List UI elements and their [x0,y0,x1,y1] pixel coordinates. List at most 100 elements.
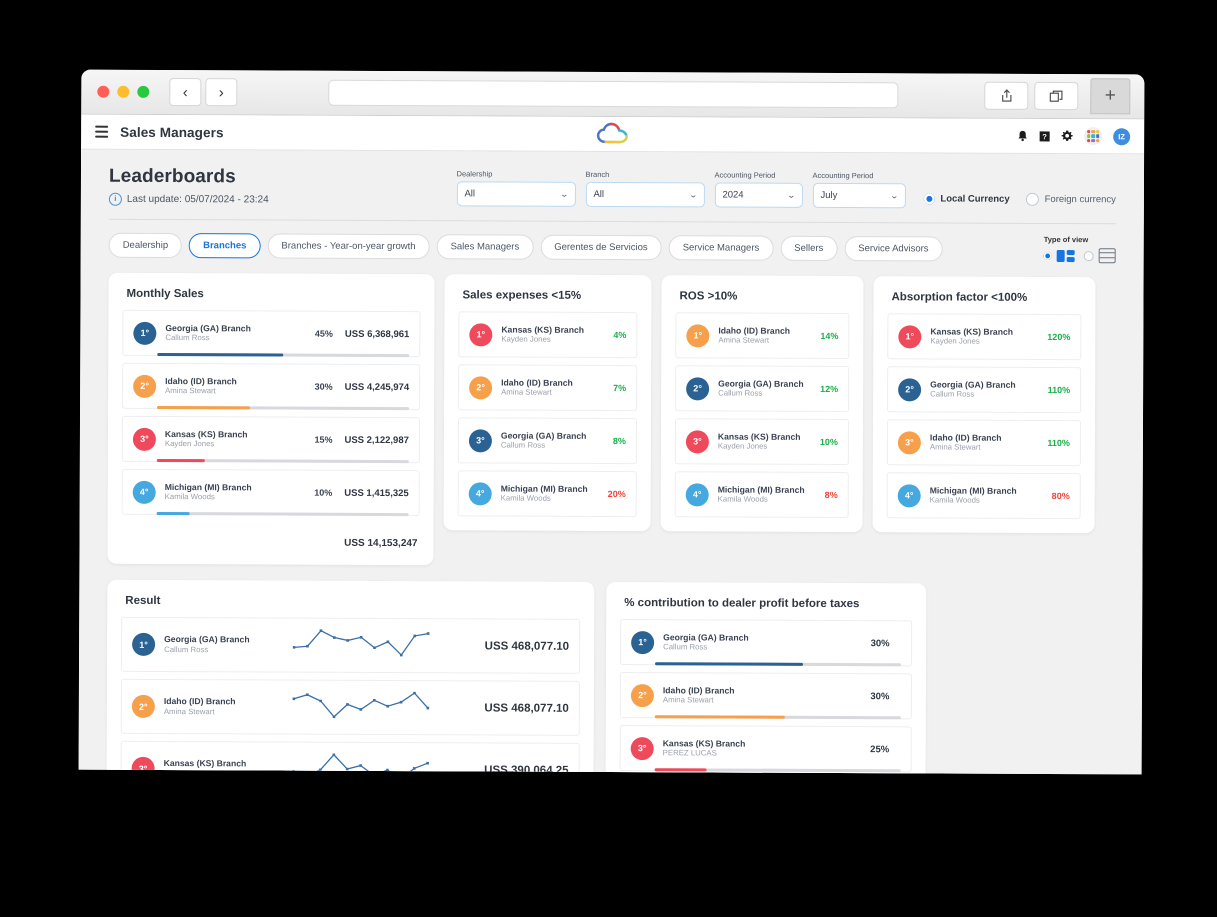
maximize-window-button[interactable] [137,85,150,98]
rank-badge: 3° [685,429,709,453]
leaderboard-row[interactable]: 3° Kansas (KS) Branch PEREZ LUCAS USS 390,0… [120,740,580,775]
cards-view-icon[interactable] [1056,249,1075,262]
leaderboard-row[interactable]: 1° Georgia (GA) Branch Callum Ross 30% [620,619,913,667]
filter-label: Dealership [456,169,493,179]
leaderboard-row[interactable]: 3° Georgia (GA) Branch Callum Ross 8% [457,417,638,465]
leaderboard-row[interactable]: 4° Michigan (MI) Branch Kamila Woods 20% [457,470,637,518]
leaderboard-row[interactable]: 1° Idaho (ID) Branch Amina Stewart 14% [675,312,850,360]
tab-branches-year-on-year-growth[interactable]: Branches - Year-on-year growth [267,232,430,259]
sparkline-chart [291,628,431,664]
leaderboard-row[interactable]: 3° Kansas (KS) Branch Kayden Jones 10% [674,418,850,466]
person-name: Amina Stewart [662,695,714,705]
rank-badge: 4° [685,482,709,506]
leaderboard-row[interactable]: 4° Michigan (MI) Branch Kamila Woods 10% USS… [121,468,420,517]
row-names: Kansas (KS) Branch PEREZ LUCAS [164,758,291,774]
view-type-switcher: Type of view [1043,234,1116,264]
chevron-down-icon[interactable]: ⌄ [560,190,569,199]
filter-select[interactable]: 2024 ⌄ [714,182,803,208]
window-controls[interactable] [97,85,150,98]
percent-value: 80% [1051,490,1070,502]
card-title: Monthly Sales [126,287,204,301]
minimize-window-button[interactable] [117,85,130,98]
person-name: Callum Ross [663,642,708,652]
bell-icon[interactable] [1017,130,1028,142]
apps-grid-icon[interactable] [1084,127,1103,146]
percent-value: 10% [314,487,333,498]
rank-badge: 4° [468,481,492,505]
tab-sales-managers[interactable]: Sales Managers [436,233,534,260]
filter-select[interactable]: All ⌄ [585,181,705,208]
filter-select[interactable]: July ⌄ [812,182,906,209]
tabs-overview-icon[interactable] [1034,81,1079,111]
branch-name: Michigan (MI) Branch [929,484,1017,496]
hamburger-icon[interactable] [95,125,109,138]
leaderboard-row[interactable]: 2° Idaho (ID) Branch Amina Stewart 30% [619,672,912,720]
tab-branches[interactable]: Branches [189,232,261,258]
branch-name: Georgia (GA) Branch [164,634,250,645]
radio-table-icon[interactable] [1083,250,1094,261]
chevron-down-icon[interactable]: ⌄ [890,191,899,200]
branch-name: Georgia (GA) Branch [500,430,587,441]
leaderboard-row[interactable]: 2° Georgia (GA) Branch Callum Ross 110% [887,366,1082,414]
card-sales-expenses: Sales expenses <15% 1° Kansas (KS) Branch… [443,274,652,532]
close-window-button[interactable] [97,85,110,98]
leaderboard-row[interactable]: 2° Idaho (ID) Branch Amina Stewart 7% [458,364,638,412]
share-icon[interactable] [984,81,1029,110]
new-tab-button[interactable]: + [1090,78,1131,115]
branch-name: Idaho (ID) Branch [501,377,573,388]
tab-dealership[interactable]: Dealership [108,232,183,258]
result-rows: 1° Georgia (GA) Branch Callum Ross USS 468,… [106,616,594,775]
filter-value: 2024 [722,189,744,201]
leaderboard-row[interactable]: 1° Georgia (GA) Branch Callum Ross USS 468,… [120,616,581,674]
branch-name: Georgia (GA) Branch [718,378,804,389]
progress-fill [156,458,205,463]
tab-sellers[interactable]: Sellers [780,235,838,261]
percent-value: 4% [613,330,627,341]
back-button[interactable]: ‹ [169,78,202,107]
gear-icon[interactable] [1061,130,1073,142]
radio-cards-icon[interactable] [1043,251,1052,260]
view-type-cards-option[interactable] [1043,249,1075,262]
leaderboard-row[interactable]: 3° Kansas (KS) Branch PEREZ LUCAS 25% [619,725,912,773]
help-icon[interactable]: ? [1039,130,1050,141]
forward-button[interactable]: › [205,78,238,107]
branch-name: Idaho (ID) Branch [718,325,791,336]
progress-fill [654,768,707,772]
tab-gerentes-de-servicios[interactable]: Gerentes de Servicios [540,234,662,260]
leaderboard-row[interactable]: 2° Idaho (ID) Branch Amina Stewart 30% USS 4… [122,362,421,411]
leaderboard-row[interactable]: 2° Idaho (ID) Branch Amina Stewart USS 468,… [120,678,580,736]
amount-value: USS 2,122,987 [344,434,409,446]
table-view-icon[interactable] [1098,248,1116,264]
branch-name: Kansas (KS) Branch [163,758,247,769]
leaderboard-row[interactable]: 3° Idaho (ID) Branch Amina Stewart 110% [886,419,1082,467]
tab-service-advisors[interactable]: Service Advisors [844,235,943,261]
address-bar[interactable] [327,79,898,109]
leaderboard-row[interactable]: 2° Georgia (GA) Branch Callum Ross 12% [675,365,850,413]
filter-select[interactable]: All ⌄ [456,181,576,207]
tab-service-managers[interactable]: Service Managers [668,234,774,261]
card-title: Result [125,594,161,607]
percent-value: 7% [613,383,627,394]
radio-local-icon[interactable] [923,193,935,205]
leaderboard-row[interactable]: 3° Kansas (KS) Branch Kayden Jones 15% USS 2… [121,415,421,464]
leaderboard-row[interactable]: 4° Michigan (MI) Branch Kamila Woods 80% [886,472,1081,520]
view-type-table-option[interactable] [1083,248,1116,264]
avatar[interactable]: IZ [1113,127,1131,145]
cloud-logo [596,121,630,152]
row-names: Idaho (ID) Branch Amina Stewart [164,696,291,717]
leaderboard-row[interactable]: 1° Kansas (KS) Branch Kayden Jones 4% [458,311,638,359]
chevron-down-icon[interactable]: ⌄ [689,190,698,199]
leaderboard-row[interactable]: 1° Kansas (KS) Branch Kayden Jones 120% [887,313,1082,361]
leaderboard-row[interactable]: 4° Michigan (MI) Branch Kamila Woods 8% [674,471,849,519]
percent-value: 30% [870,690,890,702]
radio-foreign-currency[interactable]: Foreign currency [1025,192,1116,206]
person-name: Amina Stewart [501,387,552,398]
view-type-label: Type of view [1043,234,1089,245]
leaderboard-row[interactable]: 1° Georgia (GA) Branch Callum Ross 45% USS 6… [122,309,421,358]
person-name: PEREZ LUCAS [163,768,218,775]
radio-local-currency[interactable]: Local Currency [923,193,1010,205]
chevron-down-icon[interactable]: ⌄ [787,191,796,200]
radio-foreign-icon[interactable] [1025,192,1039,206]
percent-value: 8% [824,489,838,501]
row-names: Georgia (GA) Branch Callum Ross [930,379,1032,400]
